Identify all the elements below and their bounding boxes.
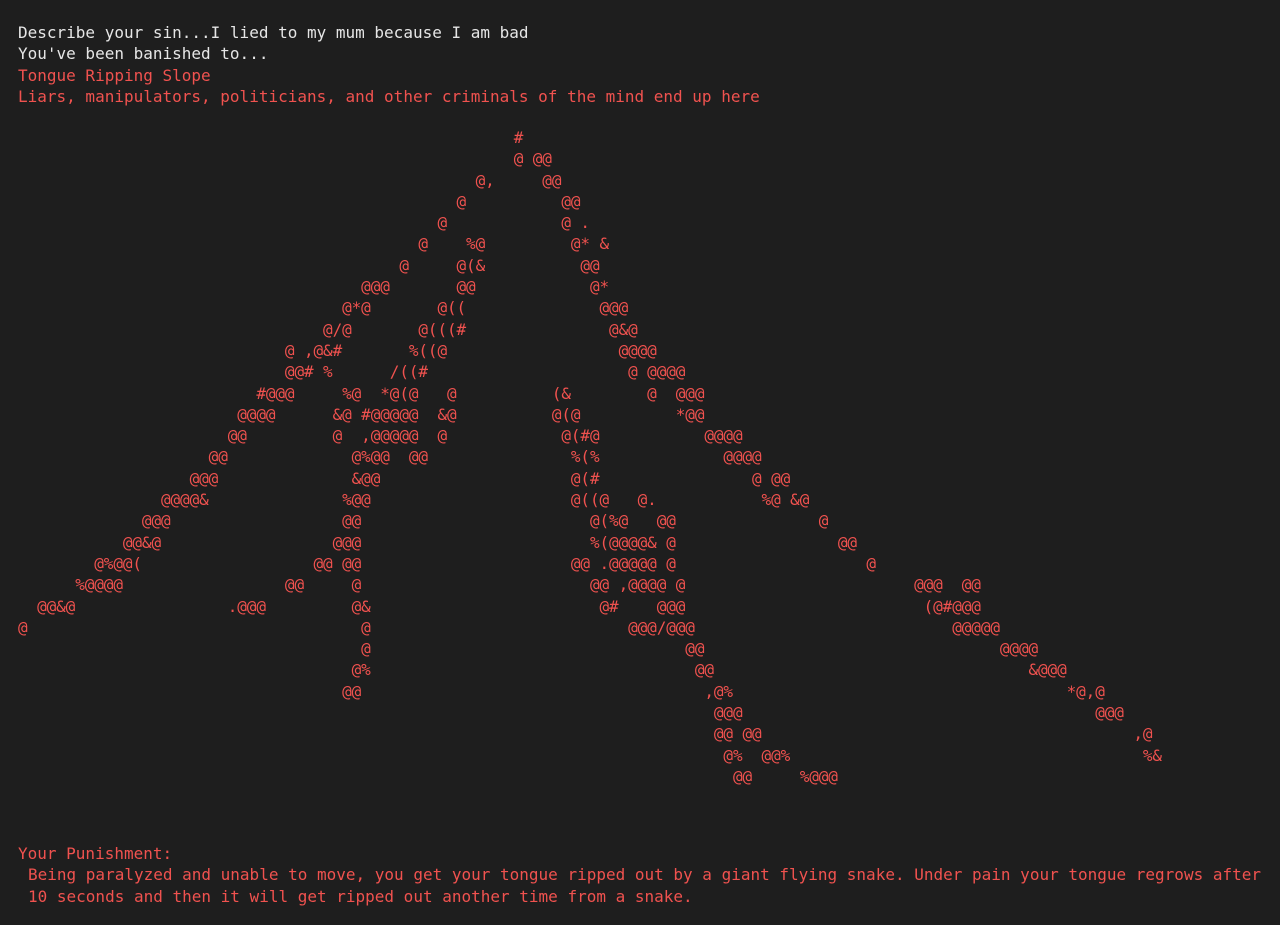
ascii-art-line: #@@@ %@ *@(@ @ (& @ @@@ bbox=[18, 383, 705, 403]
ascii-art-mountain: # @ @@ @, @@ @ @@ @ @ . @ %@ @* & @ @(& … bbox=[18, 127, 1162, 787]
ascii-art-line: @ ,@&# %((@ @@@@ bbox=[18, 340, 657, 360]
banished-line: You've been banished to... bbox=[18, 44, 269, 64]
ascii-art-line: @@@ &@@ @(# @ @@ bbox=[18, 468, 791, 488]
ascii-art-line: @@ %@@@ bbox=[18, 766, 838, 786]
ascii-art-line: @ @@ bbox=[18, 191, 581, 211]
location-description: Liars, manipulators, politicians, and ot… bbox=[18, 86, 760, 106]
ascii-art-line: @@# % /((# @ @@@@ bbox=[18, 362, 686, 382]
ascii-art-line: %@@@@ @@ @ @@ ,@@@@ @ @@@ @@ bbox=[18, 575, 981, 595]
ascii-art-line: @@&@ .@@@ @& @# @@@ (@#@@@ bbox=[18, 596, 981, 616]
ascii-art-line: @@ @%@@ @@ %(% @@@@ bbox=[18, 447, 762, 467]
ascii-art-line: @ @ @@@/@@@ @@@@@ bbox=[18, 617, 1000, 637]
ascii-art-line: @@@ @@ @(%@ @@ @ bbox=[18, 511, 829, 531]
output-header: Describe your sin...I lied to my mum bec… bbox=[18, 22, 760, 107]
ascii-art-line: @@@ @@@ bbox=[18, 703, 1124, 723]
location-name: Tongue Ripping Slope bbox=[18, 65, 211, 85]
ascii-art-line: @%@@( @@ @@ @@ .@@@@@ @ @ bbox=[18, 553, 876, 573]
ascii-art-line: @% @@% %& bbox=[18, 745, 1162, 765]
ascii-art-line: @@@@ &@ #@@@@@ &@ @(@ *@@ bbox=[18, 404, 705, 424]
ascii-art-line: @ @(& @@ bbox=[18, 255, 600, 275]
ascii-art-line: @@ @ ,@@@@@ @ @(#@ @@@@ bbox=[18, 426, 743, 446]
ascii-art-line: @@&@ @@@ %(@@@@& @ @@ bbox=[18, 532, 857, 552]
ascii-art-line: @ @ . bbox=[18, 213, 590, 233]
ascii-art-line: @ %@ @* & bbox=[18, 234, 610, 254]
punishment-label: Your Punishment: bbox=[18, 844, 173, 863]
ascii-art-line: @@ ,@% *@,@ bbox=[18, 681, 1105, 701]
punishment-text: Being paralyzed and unable to move, you … bbox=[28, 865, 1271, 906]
punishment-section: Your Punishment: Being paralyzed and una… bbox=[18, 843, 1273, 907]
sin-prompt-line: Describe your sin...I lied to my mum bec… bbox=[18, 23, 529, 42]
ascii-art-line: @@@ @@ @* bbox=[18, 277, 610, 297]
ascii-art-line: @, @@ bbox=[18, 170, 562, 190]
ascii-art-line: @*@ @(( @@@ bbox=[18, 298, 629, 318]
ascii-art-line: @% @@ &@@@ bbox=[18, 660, 1067, 680]
ascii-art-line: @/@ @(((# @&@ bbox=[18, 319, 638, 339]
ascii-art-line: @ @@ @@@@ bbox=[18, 639, 1039, 659]
ascii-art-line: @ @@ bbox=[18, 149, 552, 169]
ascii-art-line: @@ @@ ,@ bbox=[18, 724, 1153, 744]
ascii-art-line: # bbox=[18, 128, 524, 147]
terminal-window: Describe your sin...I lied to my mum bec… bbox=[0, 0, 1280, 925]
ascii-art-line: @@@@& %@@ @((@ @. %@ &@ bbox=[18, 490, 810, 510]
